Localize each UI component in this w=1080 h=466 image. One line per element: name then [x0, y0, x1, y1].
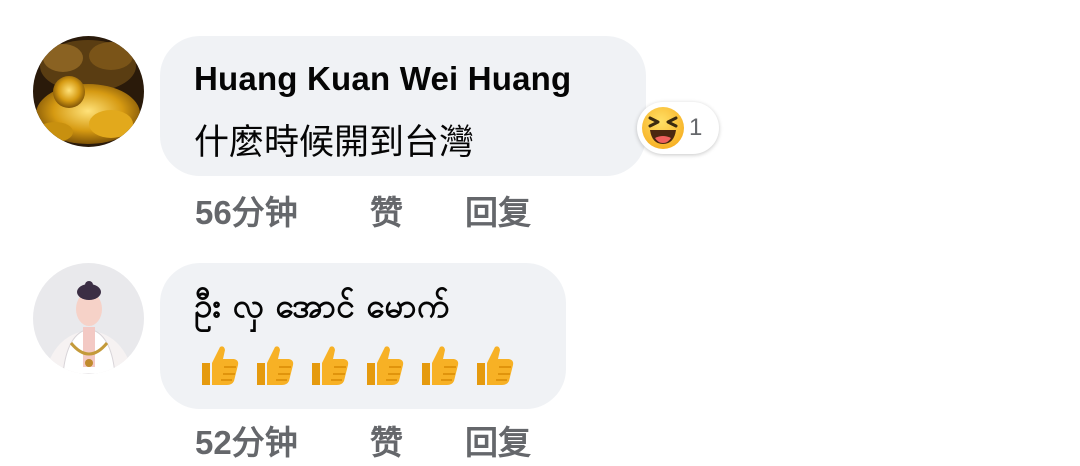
thumbs-up-icon [196, 343, 240, 387]
emoji-row [196, 343, 536, 389]
avatar[interactable] [33, 263, 144, 374]
like-button[interactable]: 赞 [370, 416, 403, 464]
thumbs-up-icon [361, 343, 405, 387]
thumbs-up-icon [251, 343, 295, 387]
comment-bubble: ဦး လှ အောင် မောက် [160, 263, 566, 409]
reply-button[interactable]: 回复 [465, 416, 531, 464]
comment-time: 52分钟 [195, 424, 298, 461]
comment-author[interactable]: ဦး လှ အောင် မောက် [194, 285, 449, 334]
comment-actions: 52分钟 赞 回复 [195, 416, 595, 461]
thumbs-up-icon [306, 343, 350, 387]
buddha-statue-avatar-icon [33, 263, 144, 374]
comment-2: ဦး လှ အောင် မောက် 52分钟 赞 回复 [0, 0, 1080, 466]
thumbs-up-icon [416, 343, 460, 387]
thumbs-up-icon [471, 343, 515, 387]
